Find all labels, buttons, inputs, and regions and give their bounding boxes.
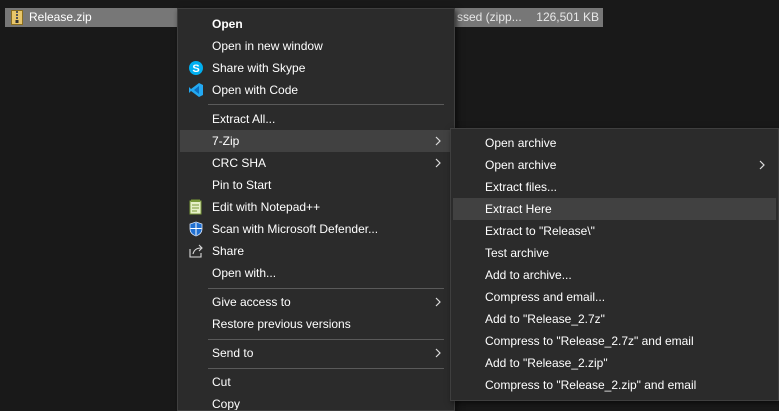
menu-separator: [208, 339, 444, 340]
menu-item-edit-notepad[interactable]: Edit with Notepad++: [180, 196, 452, 218]
chevron-right-icon: [435, 297, 441, 307]
submenu-item-extract-to[interactable]: Extract to "Release\": [453, 220, 776, 242]
menu-item-label: Share with Skype: [212, 61, 306, 75]
menu-item-label: Open archive: [485, 158, 557, 172]
menu-item-label: Test archive: [485, 246, 550, 260]
submenu-item-add-zip[interactable]: Add to "Release_2.zip": [453, 352, 776, 374]
menu-item-label: Extract All...: [212, 112, 276, 126]
chevron-right-icon: [435, 136, 441, 146]
menu-item-crc-sha[interactable]: CRC SHA: [180, 152, 452, 174]
7zip-submenu: Open archive Open archive Extract files.…: [450, 128, 779, 401]
menu-item-label: CRC SHA: [212, 156, 267, 170]
menu-item-restore-versions[interactable]: Restore previous versions: [180, 313, 452, 335]
menu-item-label: Open in new window: [212, 39, 323, 53]
submenu-item-compress-7z-email[interactable]: Compress to "Release_2.7z" and email: [453, 330, 776, 352]
menu-item-extract-all[interactable]: Extract All...: [180, 108, 452, 130]
submenu-item-add-archive[interactable]: Add to archive...: [453, 264, 776, 286]
menu-item-label: 7-Zip: [212, 134, 240, 148]
menu-item-7zip[interactable]: 7-Zip: [180, 130, 452, 152]
menu-item-label: Compress to "Release_2.7z" and email: [485, 334, 694, 348]
menu-item-open-new-window[interactable]: Open in new window: [180, 35, 452, 57]
submenu-item-test-archive[interactable]: Test archive: [453, 242, 776, 264]
menu-item-label: Send to: [212, 346, 254, 360]
share-icon: [189, 244, 203, 258]
menu-item-share-skype[interactable]: S Share with Skype: [180, 57, 452, 79]
menu-item-label: Open with Code: [212, 83, 299, 97]
menu-item-label: Extract to "Release\": [485, 224, 595, 238]
notepadpp-icon: [189, 199, 202, 215]
chevron-right-icon: [435, 348, 441, 358]
menu-item-copy[interactable]: Copy: [180, 393, 452, 410]
submenu-item-compress-email[interactable]: Compress and email...: [453, 286, 776, 308]
zip-file-icon: [11, 10, 23, 25]
menu-item-label: Pin to Start: [212, 178, 272, 192]
vscode-icon: [189, 83, 203, 97]
file-name: Release.zip: [29, 10, 92, 24]
menu-item-give-access[interactable]: Give access to: [180, 291, 452, 313]
menu-item-label: Give access to: [212, 295, 291, 309]
svg-text:S: S: [192, 63, 199, 75]
menu-item-label: Add to "Release_2.7z": [485, 312, 605, 326]
menu-item-share[interactable]: Share: [180, 240, 452, 262]
menu-item-label: Edit with Notepad++: [212, 200, 321, 214]
menu-item-label: Add to "Release_2.zip": [485, 356, 608, 370]
menu-item-label: Share: [212, 244, 245, 258]
menu-item-label: Open with...: [212, 266, 277, 280]
submenu-item-open-archive-more[interactable]: Open archive: [453, 154, 776, 176]
menu-item-label: Scan with Microsoft Defender...: [212, 222, 379, 236]
submenu-item-add-7z[interactable]: Add to "Release_2.7z": [453, 308, 776, 330]
menu-separator: [208, 368, 444, 369]
menu-item-label: Restore previous versions: [212, 317, 351, 331]
menu-item-label: Compress to "Release_2.zip" and email: [485, 378, 697, 392]
submenu-item-extract-here[interactable]: Extract Here: [453, 198, 776, 220]
chevron-right-icon: [435, 158, 441, 168]
context-menu: Open Open in new window S Share with Sky…: [177, 8, 455, 411]
menu-item-label: Cut: [212, 375, 231, 389]
submenu-item-open-archive[interactable]: Open archive: [453, 132, 776, 154]
menu-item-label: Extract files...: [485, 180, 558, 194]
menu-item-label: Extract Here: [485, 202, 552, 216]
submenu-item-compress-zip-email[interactable]: Compress to "Release_2.zip" and email: [453, 374, 776, 396]
menu-item-open-with[interactable]: Open with...: [180, 262, 452, 284]
menu-item-pin-start[interactable]: Pin to Start: [180, 174, 452, 196]
menu-item-label: Add to archive...: [485, 268, 572, 282]
file-type: ssed (zipp...: [457, 10, 522, 24]
chevron-right-icon: [759, 160, 765, 170]
menu-item-label: Open: [212, 17, 243, 31]
menu-item-cut[interactable]: Cut: [180, 371, 452, 393]
skype-icon: S: [189, 61, 203, 75]
menu-item-open[interactable]: Open: [180, 13, 452, 35]
menu-item-label: Compress and email...: [485, 290, 606, 304]
file-size: 126,501 KB: [536, 10, 599, 24]
defender-shield-icon: [189, 221, 203, 237]
submenu-item-extract-files[interactable]: Extract files...: [453, 176, 776, 198]
menu-item-label: Open archive: [485, 136, 557, 150]
menu-item-open-code[interactable]: Open with Code: [180, 79, 452, 101]
menu-separator: [208, 288, 444, 289]
menu-item-scan-defender[interactable]: Scan with Microsoft Defender...: [180, 218, 452, 240]
menu-separator: [208, 104, 444, 105]
menu-item-send-to[interactable]: Send to: [180, 342, 452, 364]
